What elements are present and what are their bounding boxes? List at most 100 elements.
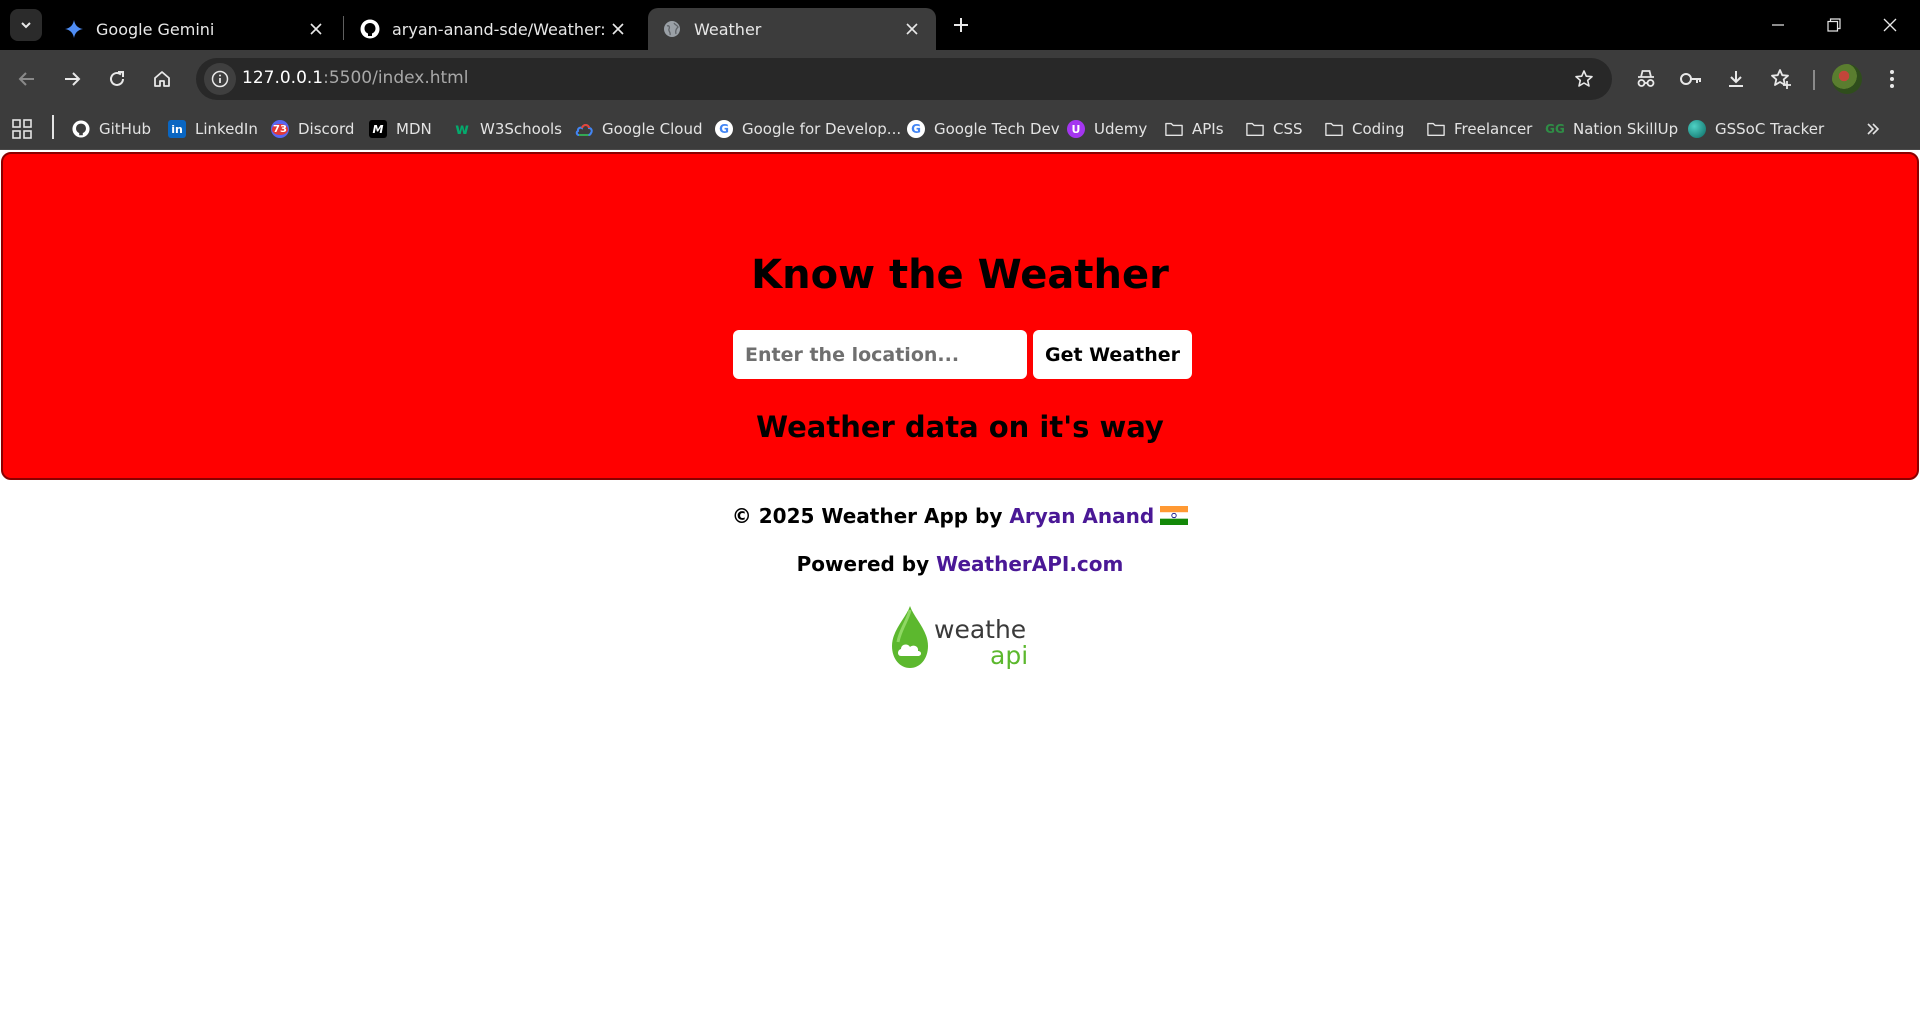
- tab-github-repo[interactable]: aryan-anand-sde/Weather: This: [346, 8, 642, 50]
- incognito-icon: [1637, 70, 1655, 87]
- folder-icon: [1427, 120, 1445, 138]
- key-icon: [1680, 73, 1701, 85]
- bookmark-star-button[interactable]: [1568, 63, 1600, 95]
- bookmarks-bar: GitHub in LinkedIn 73 Discord M MDN w W3…: [0, 108, 1920, 150]
- close-icon[interactable]: [902, 19, 922, 39]
- close-icon[interactable]: [608, 19, 628, 39]
- mdn-icon: M: [369, 120, 387, 138]
- bookmark-w3schools[interactable]: w W3Schools: [453, 114, 562, 144]
- download-icon: [1729, 71, 1743, 87]
- bookmark-label: Udemy: [1094, 120, 1148, 138]
- forward-button[interactable]: [52, 59, 92, 99]
- bookmark-linkedin[interactable]: in LinkedIn: [168, 114, 258, 144]
- linkedin-icon: in: [168, 120, 186, 138]
- minimize-icon: [1772, 24, 1784, 26]
- tab-separator: [343, 16, 344, 40]
- apps-button[interactable]: [12, 114, 32, 144]
- tab-weather-active[interactable]: Weather: [648, 8, 936, 50]
- url-path: :5500/index.html: [323, 68, 469, 88]
- kebab-menu-icon: [1890, 70, 1894, 88]
- bookmark-folder-css[interactable]: CSS: [1246, 114, 1303, 144]
- url-host: 127.0.0.1: [242, 68, 324, 88]
- discord-icon: 73: [271, 120, 289, 138]
- bookmark-label: APIs: [1192, 120, 1224, 138]
- bookmark-google-cloud[interactable]: Google Cloud: [575, 114, 703, 144]
- new-tab-button[interactable]: [944, 12, 978, 38]
- gemini-icon: [64, 19, 84, 39]
- chevron-down-icon: [21, 22, 31, 29]
- bookmark-udemy[interactable]: U Udemy: [1067, 114, 1147, 144]
- footer-powered-by: Powered by WeatherAPI.com: [0, 552, 1920, 576]
- geeksforgeeks-icon: GG: [1545, 122, 1565, 136]
- close-icon[interactable]: [306, 19, 326, 39]
- bookmark-mdn[interactable]: M MDN: [369, 114, 432, 144]
- tab-strip: Google Gemini aryan-anand-sde/Weather: T…: [0, 0, 1920, 50]
- restore-icon: [1827, 18, 1841, 32]
- bookmarks-menu-button[interactable]: [1761, 59, 1801, 99]
- bookmark-folder-apis[interactable]: APIs: [1165, 114, 1224, 144]
- toolbar-divider: [1813, 70, 1815, 90]
- weatherapi-logo-word-api: api: [990, 641, 1028, 670]
- weatherapi-logo[interactable]: weather api: [888, 604, 1028, 672]
- reload-button[interactable]: [97, 59, 137, 99]
- discord-badge: 73: [272, 123, 288, 135]
- powered-prefix: Powered by: [796, 552, 937, 576]
- url-text[interactable]: 127.0.0.1:5500/index.html: [242, 68, 468, 88]
- weatherapi-logo-word-weather: weather: [934, 615, 1028, 644]
- bookmark-label: Coding: [1352, 120, 1405, 138]
- bookmark-folder-coding[interactable]: Coding: [1325, 114, 1404, 144]
- bookmark-github[interactable]: GitHub: [72, 114, 151, 144]
- page-title: Know the Weather: [751, 252, 1169, 298]
- bookmark-label: W3Schools: [480, 120, 562, 138]
- github-icon: [360, 19, 380, 39]
- bookmark-label: Google Cloud: [602, 120, 703, 138]
- bookmark-gssoc-tracker[interactable]: GSSoC Tracker: [1688, 114, 1824, 144]
- arrow-right-icon: [65, 72, 81, 86]
- incognito-button[interactable]: [1626, 59, 1666, 99]
- downloads-button[interactable]: [1716, 59, 1756, 99]
- bookmark-google-tech-dev[interactable]: G Google Tech Dev: [907, 114, 1060, 144]
- author-link[interactable]: Aryan Anand: [1009, 504, 1154, 528]
- site-info-button[interactable]: [204, 63, 236, 95]
- address-bar[interactable]: 127.0.0.1:5500/index.html: [196, 58, 1612, 100]
- reload-icon: [110, 71, 124, 86]
- restore-button[interactable]: [1806, 0, 1862, 50]
- folder-icon: [1246, 120, 1264, 138]
- tab-search-button[interactable]: [10, 9, 42, 41]
- bookmark-label: CSS: [1273, 120, 1303, 138]
- passwords-button[interactable]: [1671, 59, 1711, 99]
- double-chevron-right-icon: [1867, 123, 1880, 135]
- bookmark-label: Freelancer: [1454, 120, 1533, 138]
- bookmark-folder-freelancer[interactable]: Freelancer: [1427, 114, 1532, 144]
- weatherapi-link[interactable]: WeatherAPI.com: [936, 552, 1123, 576]
- close-icon: [1883, 18, 1897, 32]
- google-icon: G: [715, 120, 733, 138]
- chrome-menu-button[interactable]: [1872, 59, 1912, 99]
- tab-title: aryan-anand-sde/Weather: This: [392, 19, 608, 39]
- bookmark-label: GSSoC Tracker: [1715, 120, 1825, 138]
- bookmark-label: Nation SkillUp: [1573, 120, 1679, 138]
- home-button[interactable]: [142, 59, 182, 99]
- folder-icon: [1325, 120, 1343, 138]
- bookmark-google-for-developers[interactable]: G Google for Develop...: [715, 114, 901, 144]
- weather-status-text: Weather data on it's way: [756, 410, 1164, 444]
- browser-toolbar: 127.0.0.1:5500/index.html: [0, 50, 1920, 108]
- globe-icon: [662, 19, 682, 39]
- location-input[interactable]: [733, 330, 1027, 379]
- bookmark-label: Discord: [298, 120, 355, 138]
- profile-avatar[interactable]: [1832, 64, 1862, 94]
- bookmarks-overflow-button[interactable]: [1866, 114, 1880, 144]
- close-window-button[interactable]: [1862, 0, 1918, 50]
- tab-google-gemini[interactable]: Google Gemini: [50, 8, 340, 50]
- minimize-button[interactable]: [1750, 0, 1806, 50]
- bookmarks-separator: [52, 115, 54, 139]
- bookmarks-star-icon: [1771, 69, 1791, 89]
- github-icon: [72, 120, 90, 138]
- back-button[interactable]: [7, 59, 47, 99]
- india-flag-icon: [1160, 506, 1189, 525]
- bookmark-discord[interactable]: 73 Discord: [271, 114, 354, 144]
- google-cloud-icon: [575, 120, 593, 138]
- udemy-icon: U: [1067, 120, 1085, 138]
- get-weather-button[interactable]: Get Weather: [1033, 330, 1192, 379]
- bookmark-nation-skillup[interactable]: GG Nation SkillUp: [1545, 114, 1679, 144]
